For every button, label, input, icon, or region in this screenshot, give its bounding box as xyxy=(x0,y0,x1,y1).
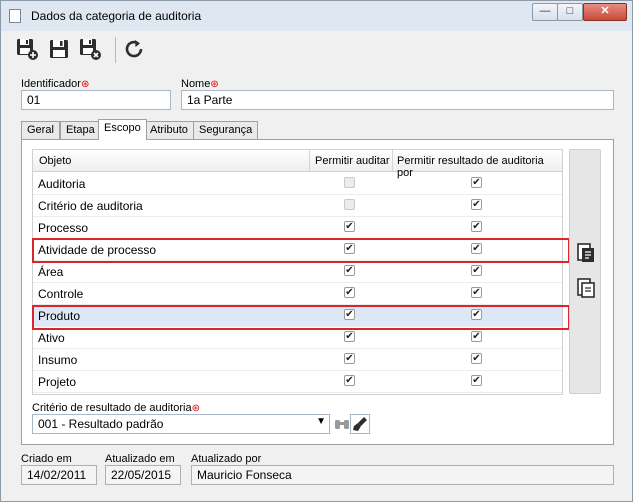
tab-escopo[interactable]: Escopo xyxy=(98,119,147,140)
tab-geral[interactable]: Geral xyxy=(21,121,60,139)
atualizado-por-field: Mauricio Fonseca xyxy=(191,465,614,485)
toolbar-separator xyxy=(115,37,116,63)
row-objeto-name: Controle xyxy=(38,287,84,301)
refresh-icon[interactable] xyxy=(122,37,146,61)
maximize-button[interactable]: □ xyxy=(557,3,583,21)
permitir-resultado-checkbox[interactable]: ✔ xyxy=(471,265,482,276)
table-row[interactable]: Critério de auditoria ✔ xyxy=(33,195,562,217)
required-icon: ⊛ xyxy=(210,79,219,90)
close-button[interactable]: ✕ xyxy=(583,3,627,21)
permitir-resultado-checkbox[interactable]: ✔ xyxy=(471,309,482,320)
dialog-window: Dados da categoria de auditoria — □ ✕ Id… xyxy=(0,0,633,502)
table-row[interactable]: Produto ✔ ✔ xyxy=(33,305,562,327)
column-divider xyxy=(392,150,393,172)
atualizado-em-label: Atualizado em xyxy=(105,453,175,465)
permitir-resultado-checkbox[interactable]: ✔ xyxy=(471,243,482,254)
column-header-permitir-auditar[interactable]: Permitir auditar xyxy=(315,155,390,167)
row-objeto-name: Produto xyxy=(38,309,81,323)
criterio-select-value: 001 - Resultado padrão xyxy=(38,417,164,431)
nome-field[interactable]: 1a Parte xyxy=(181,90,614,110)
save-close-icon[interactable] xyxy=(78,37,102,61)
criterio-label: Critério de resultado de auditoria⊛ xyxy=(32,402,200,414)
permitir-resultado-checkbox[interactable]: ✔ xyxy=(471,375,482,386)
permitir-resultado-checkbox[interactable]: ✔ xyxy=(471,353,482,364)
row-objeto-name: Área xyxy=(38,265,64,279)
tab-seguranca[interactable]: Segurança xyxy=(193,121,259,139)
table-row[interactable]: Área ✔ ✔ xyxy=(33,261,562,283)
identificador-field[interactable]: 01 xyxy=(21,90,171,110)
view-details-icon[interactable] xyxy=(577,243,595,263)
dropdown-arrow-icon[interactable]: ▼ xyxy=(316,416,326,427)
minimize-button[interactable]: — xyxy=(532,3,558,21)
row-objeto-name: Ativo xyxy=(38,331,65,345)
permitir-resultado-checkbox[interactable]: ✔ xyxy=(471,199,482,210)
permitir-resultado-checkbox[interactable]: ✔ xyxy=(471,221,482,232)
table-row[interactable]: Processo ✔ ✔ xyxy=(33,217,562,239)
title-bar: Dados da categoria de auditoria — □ ✕ xyxy=(1,1,632,31)
permitir-auditar-checkbox[interactable]: ✔ xyxy=(344,265,355,276)
table-row[interactable]: Insumo ✔ ✔ xyxy=(33,349,562,371)
criado-em-field: 14/02/2011 xyxy=(21,465,97,485)
copy-icon[interactable] xyxy=(577,278,595,298)
tab-etapa[interactable]: Etapa xyxy=(60,121,101,139)
permitir-auditar-checkbox[interactable]: ✔ xyxy=(344,243,355,254)
window-title: Dados da categoria de auditoria xyxy=(31,9,202,23)
permitir-auditar-checkbox[interactable]: ✔ xyxy=(344,309,355,320)
grid-header: Objeto Permitir auditar Permitir resulta… xyxy=(33,150,562,179)
escopo-grid: Objeto Permitir auditar Permitir resulta… xyxy=(32,149,563,395)
table-row[interactable]: Atividade de processo ✔ ✔ xyxy=(33,239,562,261)
permitir-resultado-checkbox[interactable]: ✔ xyxy=(471,177,482,188)
required-icon: ⊛ xyxy=(80,79,90,90)
required-icon: ⊛ xyxy=(191,403,200,414)
permitir-auditar-checkbox[interactable]: ✔ xyxy=(344,287,355,298)
permitir-resultado-checkbox[interactable]: ✔ xyxy=(471,287,482,298)
table-row[interactable]: Controle ✔ ✔ xyxy=(33,283,562,305)
criterio-select[interactable]: 001 - Resultado padrão ▼ xyxy=(32,414,330,434)
permitir-auditar-checkbox[interactable]: ✔ xyxy=(344,221,355,232)
nome-label: Nome⊛ xyxy=(181,78,219,90)
save-new-icon[interactable] xyxy=(15,37,39,61)
row-objeto-name: Atividade de processo xyxy=(38,243,157,257)
permitir-auditar-checkbox xyxy=(344,177,355,188)
column-divider xyxy=(309,150,310,172)
criado-em-label: Criado em xyxy=(21,453,72,465)
permitir-auditar-checkbox[interactable]: ✔ xyxy=(344,331,355,342)
permitir-resultado-checkbox[interactable]: ✔ xyxy=(471,331,482,342)
atualizado-em-field: 22/05/2015 xyxy=(105,465,181,485)
table-row[interactable]: Auditoria ✔ xyxy=(33,173,562,195)
identificador-label: Identificador⊛ xyxy=(21,78,90,90)
table-row[interactable]: Projeto ✔ ✔ xyxy=(33,371,562,393)
clear-field-icon[interactable] xyxy=(350,414,370,434)
permitir-auditar-checkbox[interactable]: ✔ xyxy=(344,353,355,364)
atualizado-por-label: Atualizado por xyxy=(191,453,262,465)
row-objeto-name: Insumo xyxy=(38,353,78,367)
tab-atributo[interactable]: Atributo xyxy=(144,121,194,139)
save-icon[interactable] xyxy=(47,37,71,61)
row-objeto-name: Projeto xyxy=(38,375,77,389)
row-objeto-name: Processo xyxy=(38,221,89,235)
row-objeto-name: Auditoria xyxy=(38,177,86,191)
permitir-auditar-checkbox[interactable]: ✔ xyxy=(344,375,355,386)
row-objeto-name: Critério de auditoria xyxy=(38,199,143,213)
toolbar xyxy=(1,31,632,69)
grid-side-toolbar xyxy=(569,149,601,394)
column-header-objeto[interactable]: Objeto xyxy=(39,155,71,167)
search-binoculars-icon[interactable] xyxy=(332,414,352,434)
permitir-auditar-checkbox xyxy=(344,199,355,210)
table-row[interactable]: Ativo ✔ ✔ xyxy=(33,327,562,349)
document-icon xyxy=(9,9,21,23)
